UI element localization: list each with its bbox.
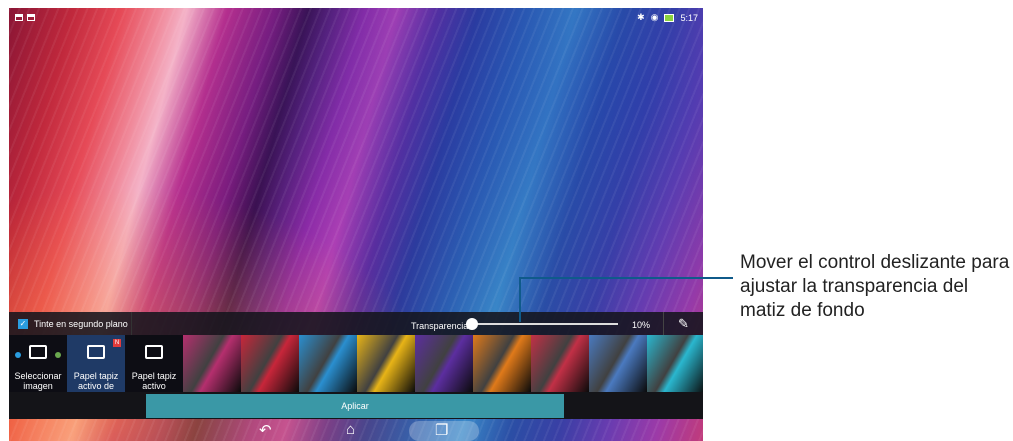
transparency-slider-track[interactable]: [475, 323, 618, 325]
wifi-icon: ◉: [650, 12, 659, 22]
wallpaper-thumbnail[interactable]: [531, 335, 589, 392]
live-wallpaper-button-1[interactable]: N Papel tapiz activo de: [67, 335, 125, 392]
live-wallpaper-icon: [145, 345, 163, 359]
apply-button[interactable]: Aplicar: [146, 394, 564, 418]
notification-icon: [27, 14, 35, 21]
wallpaper-thumbnail[interactable]: [415, 335, 473, 392]
navigation-bar: ↶ ⌂ ❐: [9, 419, 703, 441]
wallpaper-thumbnail[interactable]: [299, 335, 357, 392]
dot-icon: [55, 352, 61, 358]
tablet-screen: ✱ ◉ 5:17 ✓ Tinte en segundo plano Transp…: [9, 8, 703, 441]
live-wallpaper-label-1: Papel tapiz activo de: [73, 371, 119, 391]
live-wallpaper-label-2: Papel tapiz activo: [131, 371, 177, 391]
gallery-icon: [29, 345, 47, 359]
callout-line: [519, 277, 733, 279]
wallpaper-thumbnail[interactable]: [241, 335, 299, 392]
notification-icon: [15, 14, 23, 21]
callout-text: Mover el control deslizante para ajustar…: [740, 252, 1010, 321]
transparency-slider-thumb[interactable]: [466, 318, 478, 330]
pencil-icon[interactable]: ✎: [663, 312, 703, 335]
wallpaper-thumbnail[interactable]: [473, 335, 531, 392]
recent-apps-icon[interactable]: ❐: [435, 421, 448, 439]
new-badge: N: [113, 339, 121, 347]
wallpaper-thumbnail[interactable]: [183, 335, 241, 392]
transparency-value: 10%: [632, 320, 651, 330]
back-icon[interactable]: ↶: [259, 421, 272, 439]
wallpaper-thumbnail[interactable]: [647, 335, 703, 392]
tint-toggle[interactable]: ✓ Tinte en segundo plano: [9, 312, 132, 335]
select-image-label: Seleccionar imagen: [14, 371, 62, 391]
tint-checkbox[interactable]: ✓: [18, 318, 28, 329]
status-bar: ✱ ◉ 5:17: [9, 8, 703, 30]
wallpaper-list: Seleccionar imagen N Papel tapiz activo …: [9, 335, 703, 392]
wallpaper-thumbnail[interactable]: [357, 335, 415, 392]
wallpaper-thumbnail[interactable]: [589, 335, 647, 392]
callout-line: [519, 277, 521, 322]
clock: 5:17: [680, 12, 698, 23]
select-image-button[interactable]: Seleccionar imagen: [9, 335, 67, 392]
apply-row: Aplicar: [9, 392, 703, 419]
live-wallpaper-button-2[interactable]: Papel tapiz activo: [125, 335, 183, 392]
bluetooth-icon: ✱: [637, 12, 645, 22]
home-icon[interactable]: ⌂: [346, 421, 355, 438]
transparency-label: Transparencia: [411, 321, 469, 331]
wallpaper-thumbnails: [183, 335, 703, 392]
tint-panel: ✓ Tinte en segundo plano Transparencia 1…: [9, 312, 703, 335]
live-wallpaper-icon: [87, 345, 105, 359]
dot-icon: [15, 352, 21, 358]
tint-label: Tinte en segundo plano: [34, 318, 128, 329]
battery-icon: [664, 13, 675, 22]
